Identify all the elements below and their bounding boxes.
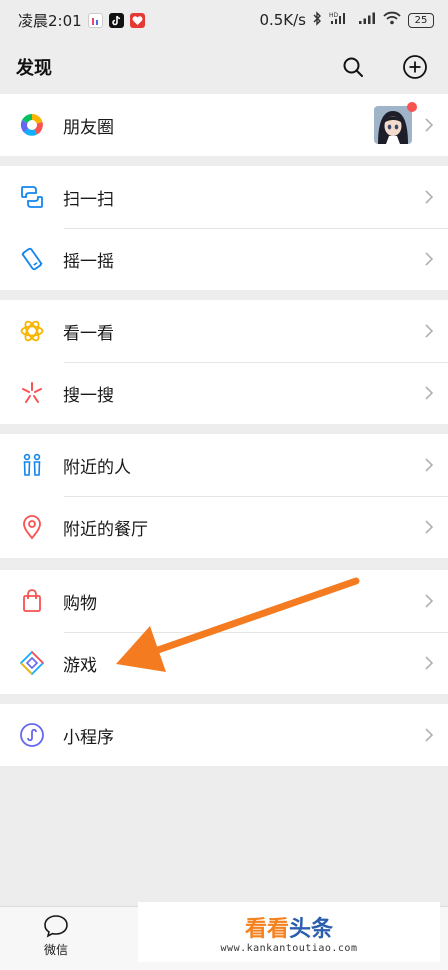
cell-right [424,655,448,671]
signal-icon [358,11,376,29]
cell-shopping[interactable]: 购物 [0,570,448,632]
group-top-search: 看一看 搜一搜 [0,300,448,424]
watermark-logo: 看看 头条 [245,911,333,943]
app-notification-icon [87,12,103,28]
tab-chats[interactable]: 微信 [28,913,84,958]
chevron-right-icon [424,519,434,535]
search-button[interactable] [336,50,370,84]
chevron-right-icon [424,251,434,267]
page-title: 发现 [16,58,52,79]
chevron-right-icon [424,189,434,205]
nav-bar: 发现 [0,40,448,94]
scan-icon [18,183,46,211]
cell-label: 游戏 [63,655,97,676]
cell-label: 附近的人 [63,457,131,478]
avatar [374,102,417,144]
group-moments: 朋友圈 [0,94,448,156]
top-stories-icon [18,317,46,345]
group-scan-shake: 扫一扫 摇一摇 [0,166,448,290]
status-bar: 凌晨2:01 0.5K/s HD 25 [0,0,448,40]
cell-label: 购物 [63,593,97,614]
cell-games[interactable]: 游戏 [0,632,448,694]
cell-shake[interactable]: 摇一摇 [0,228,448,290]
chevron-right-icon [424,457,434,473]
chevron-right-icon [424,117,434,133]
cell-right [424,593,448,609]
chevron-right-icon [424,323,434,339]
search-feature-icon [18,379,46,407]
status-right: 0.5K/s HD 25 [259,10,434,30]
restaurant-pin-icon [18,513,46,541]
cell-right [424,457,448,473]
cell-people-nearby[interactable]: 附近的人 [0,434,448,496]
signal-hd-icon: HD [329,11,351,29]
bluetooth-icon [313,10,322,30]
watermark: 看看 头条 www.kankantoutiao.com [138,902,440,962]
shopping-bag-icon [18,587,46,615]
cell-label: 附近的餐厅 [63,519,148,540]
cell-nearby-restaurants[interactable]: 附近的餐厅 [0,496,448,558]
battery-indicator: 25 [408,12,434,28]
watermark-brand-part2: 头条 [289,916,334,942]
cell-label: 扫一扫 [63,189,114,210]
watermark-brand-part1: 看看 [244,916,289,942]
nav-actions [336,50,432,84]
cell-right [424,251,448,267]
people-nearby-icon [18,451,46,479]
group-shop-games: 购物 游戏 [0,570,448,694]
cell-moments[interactable]: 朋友圈 [0,94,448,156]
games-icon [18,649,46,677]
group-mini-programs: 小程序 [0,704,448,766]
chat-bubble-icon [44,915,68,938]
cell-search-feature[interactable]: 搜一搜 [0,362,448,424]
search-icon [343,57,363,77]
add-button[interactable] [398,50,432,84]
plus-circle-icon [403,55,427,79]
cell-right [424,727,448,743]
cell-right [424,189,448,205]
chevron-right-icon [424,727,434,743]
chevron-right-icon [424,593,434,609]
cell-right [424,519,448,535]
network-speed: 0.5K/s [259,11,306,29]
status-time: 凌晨2:01 [18,11,82,30]
cell-scan[interactable]: 扫一扫 [0,166,448,228]
cell-right [374,102,448,144]
chevron-right-icon [424,385,434,401]
tiktok-notification-icon [108,12,124,28]
cell-top-stories[interactable]: 看一看 [0,300,448,362]
moments-icon [18,111,46,139]
shake-icon [18,245,46,273]
svg-text:HD: HD [329,12,339,19]
tab-label: 微信 [43,943,68,957]
status-left: 凌晨2:01 [18,10,145,31]
group-nearby: 附近的人 附近的餐厅 [0,434,448,558]
cell-mini-programs[interactable]: 小程序 [0,704,448,766]
cell-label: 小程序 [63,727,114,748]
new-post-badge [407,102,417,112]
mini-programs-icon [18,721,46,749]
watermark-url: www.kankantoutiao.com [220,942,358,954]
cell-label: 摇一摇 [63,251,114,272]
cell-label: 看一看 [63,323,114,344]
gift-notification-icon [129,12,145,28]
chevron-right-icon [424,655,434,671]
wifi-icon [383,11,401,29]
cell-right [424,385,448,401]
cell-right [424,323,448,339]
cell-label: 朋友圈 [63,117,114,138]
cell-label: 搜一搜 [63,385,114,406]
